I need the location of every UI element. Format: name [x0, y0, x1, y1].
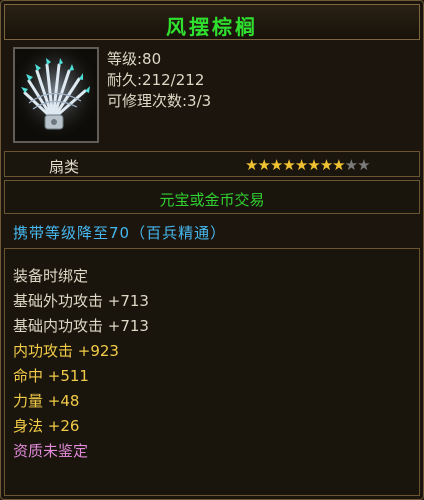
item-type: 扇类 [49, 158, 80, 176]
star-filled-icon: ★ [319, 156, 333, 174]
star-filled-icon: ★ [282, 156, 295, 174]
level-requirement: 携带等级降至70（百兵精通） [13, 224, 227, 242]
attribute-panel: 装备时绑定 基础外功攻击 +713 基础内功攻击 +713 内功攻击 +923 … [4, 248, 420, 496]
star-empty-icon: ★ [357, 156, 370, 174]
title-bar: 风摆棕榈 [4, 4, 420, 40]
star-empty-icon: ★ [344, 156, 358, 174]
level-text: 等级:80 [107, 50, 162, 68]
crystal-fan-icon [15, 49, 97, 141]
attr-accuracy: 命中 +511 [13, 367, 89, 385]
type-row: 扇类 ★★★★★★★★★★ [4, 151, 420, 177]
attr-strength: 力量 +48 [13, 392, 80, 410]
star-filled-icon: ★ [294, 156, 308, 174]
durability-text: 耐久:212/212 [107, 71, 205, 89]
item-name: 风摆棕榈 [166, 15, 258, 39]
trade-info: 元宝或金币交易 [159, 191, 265, 209]
star-filled-icon: ★ [307, 156, 320, 174]
attr-base-external-attack: 基础外功攻击 +713 [13, 292, 149, 310]
item-stats: 等级:80 耐久:212/212 可修理次数:3/3 [107, 49, 211, 112]
attr-internal-attack: 内功攻击 +923 [13, 342, 119, 360]
item-tooltip: 风摆棕榈 等级:80 耐久:212/212 可修理次数:3/3 扇类 ★★★★★… [0, 0, 424, 500]
star-filled-icon: ★ [269, 156, 283, 174]
star-filled-icon: ★ [245, 156, 258, 174]
repair-count-text: 可修理次数:3/3 [107, 92, 212, 110]
star-filled-icon: ★ [332, 156, 345, 174]
aptitude-status: 资质未鉴定 [13, 442, 89, 460]
bind-status: 装备时绑定 [13, 267, 89, 285]
star-filled-icon: ★ [257, 156, 270, 174]
attr-agility: 身法 +26 [13, 417, 80, 435]
trade-row: 元宝或金币交易 [4, 180, 420, 214]
item-icon-frame [13, 47, 99, 143]
attr-base-internal-attack: 基础内功攻击 +713 [13, 317, 149, 335]
star-rating: ★★★★★★★★★★ [245, 156, 371, 174]
